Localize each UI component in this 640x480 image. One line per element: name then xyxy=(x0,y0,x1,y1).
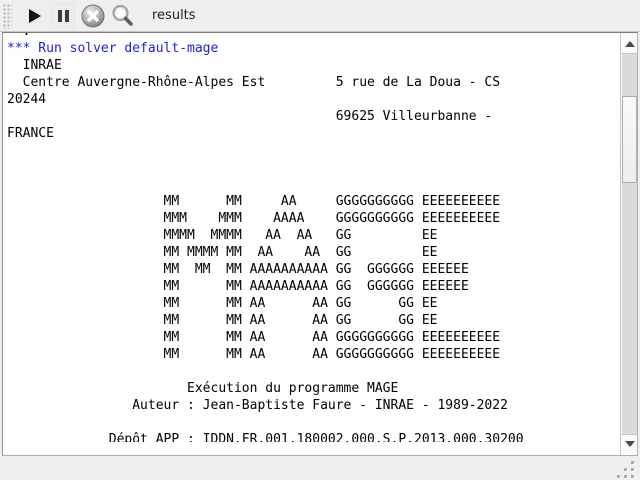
arrow-down-icon xyxy=(625,441,635,447)
scrollbar-thumb[interactable] xyxy=(622,96,637,183)
terminal-line xyxy=(7,176,620,193)
terminal-line: *** Run solver default-mage xyxy=(7,40,620,57)
pause-icon xyxy=(58,10,69,22)
solver-console-window: results .*** Run solver default-mage INR… xyxy=(0,0,640,480)
terminal-line xyxy=(7,414,620,431)
terminal-line xyxy=(7,159,620,176)
terminal-line: MM MM AA AA GG GG EE xyxy=(7,295,620,312)
terminal-line: MMMM MMMM AA AA GG EE xyxy=(7,227,620,244)
terminal-line: MM MM AAAAAAAAAA GG GGGGGG EEEEEE xyxy=(7,278,620,295)
terminal-line xyxy=(7,142,620,159)
terminal-line: Auteur : Jean-Baptiste Faure - INRAE - 1… xyxy=(7,397,620,414)
terminal-line: INRAE xyxy=(7,57,620,74)
arrow-up-icon xyxy=(625,41,635,47)
terminal-line: MM MM AA AA GGGGGGGGGG EEEEEEEEEE xyxy=(7,329,620,346)
terminal-line: 20244 xyxy=(7,91,620,108)
terminal-line: Exécution du programme MAGE xyxy=(7,380,620,397)
vertical-scrollbar[interactable] xyxy=(620,33,637,455)
scroll-up-button[interactable] xyxy=(622,35,637,53)
terminal-line: MMM MMM AAAA GGGGGGGGGG EEEEEEEEEE xyxy=(7,210,620,227)
terminal-line xyxy=(7,363,620,380)
terminal-line: MM MM AA GGGGGGGGGG EEEEEEEEEE xyxy=(7,193,620,210)
terminal-line: MM MM AA AA GGGGGGGGGG EEEEEEEEEE xyxy=(7,346,620,363)
console-text-area: .*** Run solver default-mage INRAE Centr… xyxy=(2,32,638,456)
scroll-down-button[interactable] xyxy=(622,435,637,453)
status-strip xyxy=(0,456,640,480)
terminal-line: MM MM AA AA GG GG EE xyxy=(7,312,620,329)
play-icon xyxy=(29,9,41,23)
terminal-line: . xyxy=(7,23,620,40)
scrollbar-track[interactable] xyxy=(622,53,637,435)
terminal-line: MM MM MM AAAAAAAAAA GG GGGGGG EEEEEE xyxy=(7,261,620,278)
terminal-line: 69625 Villeurbanne - xyxy=(7,108,620,125)
terminal-line: MM MMMM MM AA AA GG EE xyxy=(7,244,620,261)
terminal-line: FRANCE xyxy=(7,125,620,142)
resize-grip-icon[interactable] xyxy=(612,456,640,480)
terminal-line: Centre Auvergne-Rhône-Alpes Est 5 rue de… xyxy=(7,74,620,91)
terminal-output: .*** Run solver default-mage INRAE Centr… xyxy=(3,23,620,442)
terminal-line: Dépôt APP : IDDN.FR.001.180002.000.S.P.2… xyxy=(7,431,620,442)
